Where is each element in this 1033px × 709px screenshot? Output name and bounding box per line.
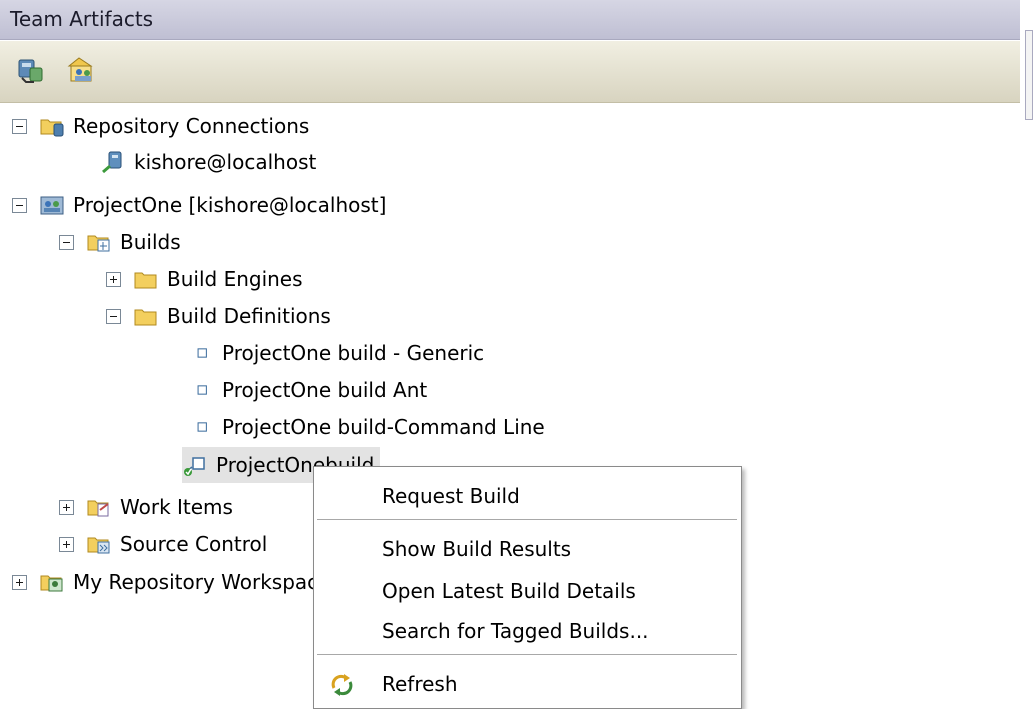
refresh-icon: [331, 674, 353, 696]
repository-workspaces-folder-icon: [40, 575, 63, 592]
view-toolbar: [0, 41, 1020, 103]
menu-item-label: Show Build Results: [382, 537, 572, 561]
expand-toggle[interactable]: [106, 271, 121, 287]
tree-node-source-control[interactable]: Source Control: [59, 526, 267, 562]
view-title: Team Artifacts: [10, 7, 154, 31]
tree-label: ProjectOne build-Command Line: [222, 415, 545, 439]
folder-icon: [134, 272, 157, 289]
accept-team-invitation-icon: [67, 57, 93, 82]
tree-node-work-items[interactable]: Work Items: [59, 489, 233, 525]
tree-label: ProjectOne build Ant: [222, 378, 428, 402]
builds-folder-icon: [87, 235, 110, 252]
menu-item-open-latest-build-details[interactable]: Open Latest Build Details: [314, 573, 741, 609]
menu-item-request-build[interactable]: Request Build: [314, 478, 741, 514]
collapse-toggle[interactable]: [106, 308, 121, 324]
tree-node-build-engines[interactable]: Build Engines: [106, 261, 303, 297]
collapse-toggle[interactable]: [59, 234, 74, 250]
menu-item-label: Open Latest Build Details: [382, 579, 636, 603]
tree-node-project-area[interactable]: ProjectOne [kishore@localhost]: [12, 187, 386, 223]
menu-item-search-tagged-builds[interactable]: Search for Tagged Builds...: [314, 613, 741, 649]
tree-node-repository-connections[interactable]: Repository Connections: [12, 108, 309, 144]
collapse-toggle[interactable]: [12, 118, 27, 134]
context-menu: Request Build Show Build Results Open La…: [313, 466, 742, 709]
work-items-folder-icon: [87, 500, 109, 517]
menu-item-label: Refresh: [382, 672, 458, 696]
expand-toggle[interactable]: [59, 536, 74, 552]
project-area-icon: [40, 196, 64, 215]
repository-connections-folder-icon: [40, 119, 64, 137]
collapse-toggle[interactable]: [12, 197, 27, 213]
tree-node-builds[interactable]: Builds: [59, 224, 181, 260]
folder-icon: [134, 309, 157, 326]
tree-label: Build Definitions: [167, 304, 331, 328]
repository-connection-icon: [102, 151, 122, 174]
expand-toggle[interactable]: [12, 574, 27, 590]
expand-toggle[interactable]: [59, 499, 74, 515]
menu-separator: [317, 654, 737, 656]
tree-label: Work Items: [120, 495, 233, 519]
tree-label: Repository Connections: [73, 114, 310, 138]
connect-repository-icon: [18, 59, 43, 83]
tree-node-build-definitions[interactable]: Build Definitions: [106, 298, 331, 334]
tree-label: kishore@localhost: [134, 150, 317, 174]
tree-label: ProjectOne [kishore@localhost]: [73, 193, 387, 217]
menu-item-label: Request Build: [382, 484, 520, 508]
tree-node-build-definition[interactable]: ProjectOne build Ant: [196, 372, 427, 408]
tree-node-build-definition[interactable]: ProjectOne build - Generic: [196, 335, 484, 371]
view-title-bar: Team Artifacts: [0, 0, 1020, 40]
accept-team-invitation-button[interactable]: [67, 56, 97, 86]
menu-separator: [317, 519, 737, 521]
tree-label: Builds: [120, 230, 181, 254]
build-definition-shared-icon: [184, 457, 205, 476]
tree-node-my-repository-workspaces[interactable]: My Repository Workspaces: [12, 564, 341, 600]
menu-item-show-build-results[interactable]: Show Build Results: [314, 531, 741, 567]
tree-node-connection[interactable]: kishore@localhost: [100, 144, 316, 180]
tree-label: Source Control: [120, 532, 268, 556]
tree-label: ProjectOne build - Generic: [222, 341, 485, 365]
source-control-folder-icon: [87, 537, 110, 554]
connect-repository-button[interactable]: [16, 56, 46, 86]
menu-item-label: Search for Tagged Builds...: [382, 619, 649, 643]
build-definition-icon: [197, 348, 207, 358]
tree-label: My Repository Workspaces: [73, 570, 341, 594]
tree-node-build-definition[interactable]: ProjectOne build-Command Line: [196, 409, 545, 445]
build-definition-icon: [197, 422, 207, 432]
tree-label: Build Engines: [167, 267, 303, 291]
menu-item-refresh[interactable]: Refresh: [314, 666, 741, 702]
build-definition-icon: [197, 385, 207, 395]
